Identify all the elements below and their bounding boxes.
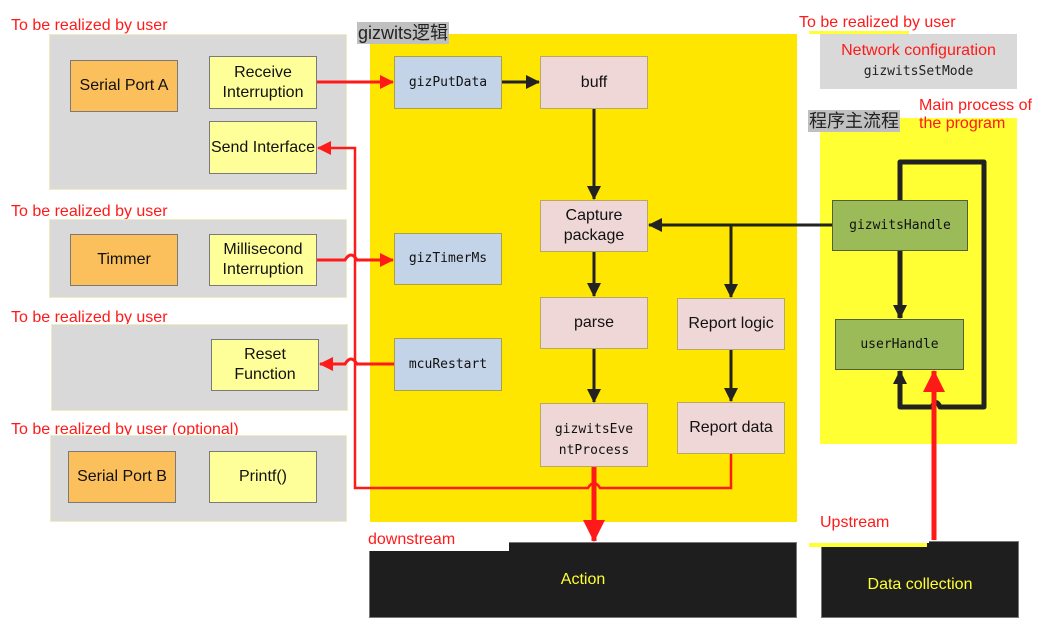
main-process-label: Main process of the program: [919, 97, 1032, 132]
group-a-label: To be realized by user: [11, 17, 168, 34]
report-logic-text: Report logic: [688, 315, 774, 332]
action-text: Action: [560, 571, 606, 588]
receive-interruption-text: Receive Interruption: [222, 63, 304, 101]
action-box[interactable]: Action: [369, 542, 797, 618]
serial-port-a-box[interactable]: Serial Port A: [70, 60, 178, 112]
capture-package-box[interactable]: Capture package: [540, 200, 648, 252]
buff-text: buff: [580, 73, 608, 91]
serial-port-b-box[interactable]: Serial Port B: [68, 451, 176, 503]
parse-box[interactable]: parse: [540, 297, 648, 349]
gizwits-set-mode-text: gizwitsSetMode: [863, 64, 974, 79]
report-data-box[interactable]: Report data: [677, 402, 785, 454]
user-handle-box[interactable]: userHandle: [835, 319, 964, 370]
main-process-title: 程序主流程: [808, 110, 900, 132]
reset-function-text: Reset Function: [234, 346, 296, 383]
upstream-underline: [809, 543, 927, 547]
mcu-restart-box[interactable]: mcuRestart: [394, 338, 502, 391]
network-config-label: To be realized by user: [799, 14, 956, 31]
buff-box[interactable]: buff: [540, 56, 648, 109]
main-process-zone: [820, 118, 1017, 444]
printf-text: Printf(): [239, 468, 287, 485]
gizwits-handle-box[interactable]: gizwitsHandle: [832, 200, 968, 251]
giz-put-data-box[interactable]: gizPutData: [394, 56, 502, 109]
event-process-text: gizwitsEventProcess: [554, 422, 634, 458]
giz-timer-ms-text: gizTimerMs: [408, 251, 488, 266]
network-config-title: Network configuration: [841, 42, 996, 59]
serial-port-b-text: Serial Port B: [77, 468, 167, 485]
timer-text: Timmer: [97, 251, 151, 268]
giz-put-data-text: gizPutData: [408, 74, 488, 90]
downstream-label: downstream: [368, 531, 456, 548]
report-data-text: Report data: [689, 419, 773, 436]
parse-text: parse: [573, 314, 615, 331]
event-process-box[interactable]: gizwitsEventProcess: [540, 403, 648, 467]
send-interface-box[interactable]: Send Interface: [209, 121, 317, 174]
user-handle-text: userHandle: [860, 336, 939, 352]
gizwits-handle-text: gizwitsHandle: [849, 217, 951, 233]
reset-function-box[interactable]: Reset Function: [211, 339, 319, 391]
timer-box[interactable]: Timmer: [70, 234, 178, 286]
printf-box[interactable]: Printf(): [209, 451, 317, 503]
send-interface-text: Send Interface: [210, 138, 316, 156]
upstream-label: Upstream: [820, 514, 890, 531]
gizwits-logic-title: gizwits逻辑: [357, 22, 450, 44]
report-logic-box[interactable]: Report logic: [677, 298, 785, 350]
serial-port-a-text: Serial Port A: [79, 77, 169, 94]
data-collection-text: Data collection: [867, 575, 973, 593]
mcu-restart-text: mcuRestart: [408, 356, 488, 372]
millisecond-interruption-text: Millisecond Interruption: [222, 241, 304, 278]
capture-package-text: Capture package: [563, 207, 625, 244]
data-collection-box[interactable]: Data collection: [821, 541, 1019, 618]
giz-timer-ms-box[interactable]: gizTimerMs: [394, 233, 502, 285]
millisecond-interruption-box[interactable]: Millisecond Interruption: [209, 234, 317, 286]
receive-interruption-box[interactable]: Receive Interruption: [209, 56, 317, 109]
